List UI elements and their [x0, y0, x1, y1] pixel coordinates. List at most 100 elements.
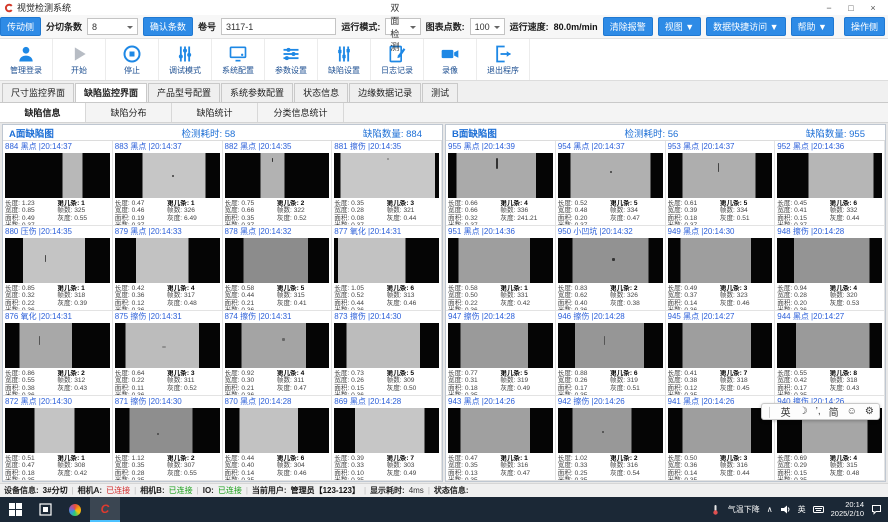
- ime-grip-icon[interactable]: │: [767, 407, 773, 417]
- stop-button[interactable]: 停止: [106, 39, 159, 80]
- defect-cell[interactable]: 881 擦伤 |20:14:35长度: 0.35宽度: 0.28面积: 0.08…: [332, 141, 442, 226]
- start-button[interactable]: 开始: [53, 39, 106, 80]
- tab-main-1[interactable]: 缺陷监控界面: [75, 83, 147, 102]
- stats-right-column: 第几条: 8帧数: 318灰度: 0.43: [830, 370, 882, 396]
- defect-cell[interactable]: 945 黑点 |20:14:27长度: 0.41宽度: 0.38面积: 0.12…: [666, 311, 776, 396]
- ime-lang-en-button[interactable]: 英: [781, 404, 791, 419]
- tab-sub-0[interactable]: 缺陷信息: [0, 103, 86, 122]
- defect-cell[interactable]: 877 氧化 |20:14:31长度: 1.05宽度: 0.52面积: 0.44…: [332, 226, 442, 311]
- ime-emoji-icon[interactable]: ☺: [847, 406, 857, 417]
- chart-points-select[interactable]: 100: [470, 18, 505, 35]
- defect-cell[interactable]: 941 黑点 |20:14:26长度: 0.50宽度: 0.36面积: 0.14…: [666, 396, 776, 481]
- task-view-button[interactable]: [30, 497, 60, 522]
- defect-mark: [157, 433, 159, 435]
- manage-login-button[interactable]: 管理登录: [0, 39, 53, 80]
- taskbar-clock[interactable]: 20:14 2025/2/10: [831, 501, 864, 518]
- tab-main-0[interactable]: 尺寸监控界面: [2, 83, 74, 102]
- tab-sub-1[interactable]: 缺陷分布: [86, 103, 172, 122]
- defect-cell[interactable]: 946 擦伤 |20:14:28长度: 0.88宽度: 0.26面积: 0.17…: [556, 311, 666, 396]
- tab-main-5[interactable]: 边缘数据记录: [349, 83, 421, 102]
- notification-icon[interactable]: [871, 504, 882, 515]
- clear-alarm-button[interactable]: 清除报警: [603, 17, 653, 36]
- tab-main-3[interactable]: 系统参数配置: [221, 83, 293, 102]
- defect-cell[interactable]: 874 擦伤 |20:14:31长度: 0.92宽度: 0.30面积: 0.21…: [223, 311, 333, 396]
- stats-left-column: 长度: 0.69宽度: 0.29面积: 0.15米数: 0.35: [777, 455, 829, 481]
- thermometer-icon[interactable]: [710, 504, 721, 515]
- defect-cell[interactable]: 949 黑点 |20:14:30长度: 0.49宽度: 0.37面积: 0.14…: [666, 226, 776, 311]
- camera-icon: [440, 44, 460, 64]
- ime-lang-indicator[interactable]: 英: [798, 504, 806, 515]
- tab-sub-2[interactable]: 缺陷统计: [172, 103, 258, 122]
- defect-cell[interactable]: 947 擦伤 |20:14:28长度: 0.77宽度: 0.31面积: 0.18…: [446, 311, 556, 396]
- tab-sub-3[interactable]: 分类信息统计: [258, 103, 344, 122]
- stats-right-column: 第几条: 2帧数: 312灰度: 0.43: [57, 370, 109, 396]
- defect-settings-button[interactable]: 缺陷设置: [318, 39, 371, 80]
- ime-punctuation-button[interactable]: ’,: [816, 406, 821, 417]
- tab-main-6[interactable]: 测试: [422, 83, 458, 102]
- defect-image: [448, 238, 553, 283]
- defect-cell[interactable]: 943 黑点 |20:14:26长度: 0.47宽度: 0.35面积: 0.13…: [446, 396, 556, 481]
- stat-line: 帧数: 322: [277, 207, 329, 214]
- defect-cell[interactable]: 878 黑点 |20:14:32长度: 0.58宽度: 0.44面积: 0.21…: [223, 226, 333, 311]
- close-icon[interactable]: ×: [862, 1, 884, 15]
- stat-line: 面积: 0.32: [448, 215, 500, 222]
- defect-cell[interactable]: 870 黑点 |20:14:28长度: 0.44宽度: 0.40面积: 0.14…: [223, 396, 333, 481]
- window-title: 视觉检测系统: [17, 1, 71, 14]
- defect-cell[interactable]: 876 氧化 |20:14:31长度: 0.86宽度: 0.55面积: 0.38…: [3, 311, 113, 396]
- recording-button[interactable]: 录像: [424, 39, 477, 80]
- defect-cell[interactable]: 954 黑点 |20:14:37长度: 0.52宽度: 0.48面积: 0.20…: [556, 141, 666, 226]
- stats-left-column: 长度: 0.51宽度: 0.47面积: 0.18米数: 0.35: [5, 455, 57, 481]
- start-button[interactable]: [0, 497, 30, 522]
- defect-cell[interactable]: 873 擦伤 |20:14:30长度: 0.73宽度: 0.26面积: 0.15…: [332, 311, 442, 396]
- volume-icon[interactable]: [780, 504, 791, 515]
- defect-cell[interactable]: 879 黑点 |20:14:33长度: 0.42宽度: 0.36面积: 0.12…: [113, 226, 223, 311]
- defect-cell[interactable]: 944 黑点 |20:14:27长度: 0.55宽度: 0.42面积: 0.17…: [775, 311, 885, 396]
- defect-cell[interactable]: 948 擦伤 |20:14:28长度: 0.94宽度: 0.28面积: 0.20…: [775, 226, 885, 311]
- ime-simplified-button[interactable]: 简: [829, 404, 839, 419]
- defect-cell[interactable]: 875 擦伤 |20:14:31长度: 0.64宽度: 0.22面积: 0.11…: [113, 311, 223, 396]
- defect-cell[interactable]: 882 黑点 |20:14:35长度: 0.75宽度: 0.66面积: 0.35…: [223, 141, 333, 226]
- maximize-icon[interactable]: □: [840, 1, 862, 15]
- defect-cell[interactable]: 869 黑点 |20:14:28长度: 0.39宽度: 0.33面积: 0.10…: [332, 396, 442, 481]
- defect-cell[interactable]: 951 黑点 |20:14:36长度: 0.58宽度: 0.50面积: 0.22…: [446, 226, 556, 311]
- operator-side-button[interactable]: 操作侧: [844, 17, 885, 36]
- defect-cell[interactable]: 872 黑点 |20:14:30长度: 0.51宽度: 0.47面积: 0.18…: [3, 396, 113, 481]
- keyboard-icon[interactable]: [813, 504, 824, 515]
- run-mode-select[interactable]: 双面检测: [385, 18, 420, 35]
- debug-mode-button[interactable]: 调试模式: [159, 39, 212, 80]
- browser-taskbar-icon[interactable]: [60, 497, 90, 522]
- tab-main-4[interactable]: 状态信息: [294, 83, 348, 102]
- roll-number-input[interactable]: 3117-1: [221, 18, 336, 35]
- inspection-app-taskbar-icon[interactable]: C: [90, 497, 120, 522]
- param-settings-button[interactable]: 参数设置: [265, 39, 318, 80]
- stat-line: 灰度: 0.39: [57, 300, 109, 307]
- weather-text[interactable]: 气温下降: [728, 504, 760, 515]
- defect-cell[interactable]: 880 压伤 |20:14:35长度: 0.85宽度: 0.32面积: 0.22…: [3, 226, 113, 311]
- view-menu-button[interactable]: 视图 ▼: [658, 17, 701, 36]
- stat-line: 帧数: 316: [720, 462, 772, 469]
- system-config-button[interactable]: 系统配置: [212, 39, 265, 80]
- stat-line: 帧数: 332: [830, 207, 882, 214]
- tray-expand-icon[interactable]: ∧: [767, 505, 773, 514]
- exit-program-button[interactable]: 退出程序: [477, 39, 530, 80]
- defect-cell[interactable]: 952 黑点 |20:14:36长度: 0.45宽度: 0.41面积: 0.15…: [775, 141, 885, 226]
- data-quick-access-button[interactable]: 数据快捷访问 ▼: [706, 17, 785, 36]
- defect-cell[interactable]: 883 黑点 |20:14:37长度: 0.47宽度: 0.46面积: 0.19…: [113, 141, 223, 226]
- minimize-icon[interactable]: −: [818, 1, 840, 15]
- drive-side-button[interactable]: 传动侧: [0, 17, 41, 36]
- defect-cell[interactable]: 950 小凹坑 |20:14:32长度: 0.83宽度: 0.62面积: 0.4…: [556, 226, 666, 311]
- slit-count-select[interactable]: 8: [87, 18, 138, 35]
- help-menu-button[interactable]: 帮助 ▼: [791, 17, 834, 36]
- ime-settings-gear-icon[interactable]: ⚙: [865, 406, 874, 417]
- tab-main-2[interactable]: 产品型号配置: [148, 83, 220, 102]
- defect-cell[interactable]: 871 擦伤 |20:14:30长度: 1.12宽度: 0.35面积: 0.28…: [113, 396, 223, 481]
- defect-cell-header: 947 擦伤 |20:14:28: [448, 312, 553, 322]
- stat-line: 米数: 0.35: [777, 477, 829, 481]
- stats-right-column: 第几条: 7帧数: 318灰度: 0.45: [720, 370, 772, 396]
- defect-cell[interactable]: 884 黑点 |20:14:37长度: 1.23宽度: 0.85面积: 0.49…: [3, 141, 113, 226]
- confirm-count-button[interactable]: 确认条数: [143, 17, 193, 36]
- ime-moon-icon[interactable]: ☽: [799, 406, 808, 417]
- defect-cell[interactable]: 953 黑点 |20:14:37长度: 0.61宽度: 0.39面积: 0.18…: [666, 141, 776, 226]
- defect-cell[interactable]: 942 擦伤 |20:14:26长度: 1.02宽度: 0.33面积: 0.25…: [556, 396, 666, 481]
- defect-cell[interactable]: 955 黑点 |20:14:39长度: 0.66宽度: 0.66面积: 0.32…: [446, 141, 556, 226]
